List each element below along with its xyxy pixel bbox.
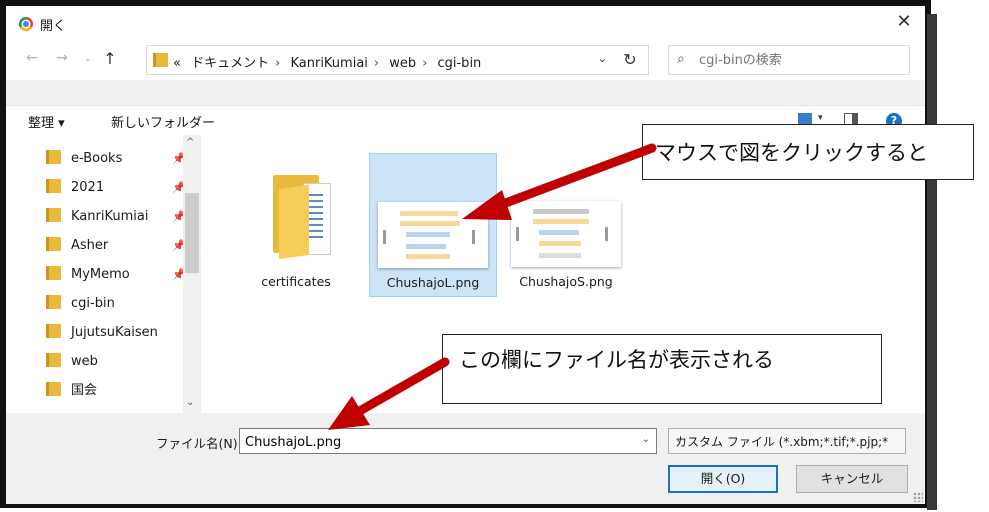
sidebar-item-kokkai[interactable]: 国会 (46, 379, 97, 403)
chevron-down-icon[interactable]: ⌄ (642, 434, 650, 445)
file-name: certificates (261, 274, 331, 289)
sidebar-item-label: cgi-bin (71, 296, 115, 311)
open-file-dialog: 開く ✕ ← → ⌄ ↑ « ドキュメント › KanriKumiai › web ›… (6, 6, 925, 504)
sidebar-item-asher[interactable]: Asher 📌 (46, 234, 186, 258)
annotation-callout-filename: この欄にファイル名が表示される (442, 334, 882, 404)
file-item-chushajol[interactable]: ChushajoL.png (369, 153, 497, 297)
image-thumbnail (378, 202, 488, 268)
search-box[interactable]: ⌕ (668, 45, 910, 75)
breadcrumb: « ドキュメント › KanriKumiai › web › cgi-bin (173, 52, 487, 71)
folder-icon (46, 324, 61, 338)
arrow-up-icon[interactable]: ↑ (102, 49, 118, 68)
folder-icon (46, 295, 61, 309)
dialog-footer: ファイル名(N): ⌄ カスタム ファイル (*.xbm;*.tif;*.pjp… (6, 413, 925, 504)
scrollbar[interactable]: ^ ⌄ (183, 135, 201, 413)
refresh-icon[interactable]: ↻ (612, 45, 649, 75)
chevron-up-icon[interactable]: ^ (186, 137, 194, 148)
window-title: 開く (40, 19, 67, 34)
folder-icon (273, 175, 333, 260)
search-input[interactable] (697, 50, 901, 70)
folder-icon (153, 53, 168, 67)
breadcrumb-documents[interactable]: ドキュメント (191, 56, 269, 71)
image-thumbnail (511, 201, 621, 267)
arrow-left-icon[interactable]: ← (24, 50, 40, 66)
chevron-down-icon[interactable]: ⌄ (598, 52, 607, 65)
folder-icon (46, 150, 61, 164)
folder-icon (46, 353, 61, 367)
dialog-shadow (927, 14, 937, 510)
file-item-certificates[interactable]: certificates (233, 153, 359, 295)
folder-icon (46, 266, 61, 280)
new-folder-button[interactable]: 新しいフォルダー (111, 112, 215, 131)
open-button[interactable]: 開く(O) (668, 465, 778, 493)
chevron-down-icon[interactable]: ⌄ (80, 53, 96, 64)
breadcrumb-cgi-bin[interactable]: cgi-bin (437, 56, 481, 71)
filename-field[interactable] (243, 432, 627, 452)
sidebar-item-label: KanriKumiai (71, 209, 149, 224)
folder-icon (46, 179, 61, 193)
filename-combobox[interactable]: ⌄ (239, 428, 657, 454)
sidebar-item-label: web (71, 354, 98, 369)
sidebar-item-cgi-bin[interactable]: cgi-bin (46, 292, 115, 316)
sidebar-item-kanrikumiai[interactable]: KanriKumiai 📌 (46, 205, 186, 229)
title-bar: 開く ✕ (6, 6, 925, 40)
file-name: ChushajoS.png (519, 274, 613, 289)
sidebar-item-2021[interactable]: 2021 📌 (46, 176, 186, 200)
resize-grip[interactable] (913, 492, 923, 502)
folder-icon (46, 382, 61, 396)
breadcrumb-overflow[interactable]: « (173, 56, 181, 71)
sidebar-item-label: 国会 (71, 383, 98, 398)
chevron-right-icon: › (422, 56, 428, 71)
sidebar-item-e-books[interactable]: e-Books 📌 (46, 147, 186, 171)
search-icon: ⌕ (677, 51, 685, 67)
sidebar-item-label: 2021 (71, 180, 105, 195)
chevron-right-icon: › (373, 56, 380, 71)
close-icon[interactable]: ✕ (893, 11, 915, 33)
folder-icon (46, 208, 61, 222)
filename-label: ファイル名(N): (156, 436, 242, 451)
file-name: ChushajoL.png (386, 275, 480, 290)
breadcrumb-kanrikumiai[interactable]: KanriKumiai (290, 56, 367, 71)
sidebar-item-label: e-Books (71, 151, 123, 166)
chrome-icon (19, 17, 33, 31)
sidebar-item-label: Asher (71, 238, 109, 253)
organize-button[interactable]: 整理 ▾ (28, 112, 65, 131)
navigation-bar: ← → ⌄ ↑ « ドキュメント › KanriKumiai › web › cgi-… (6, 40, 925, 80)
cancel-button[interactable]: キャンセル (796, 465, 908, 493)
chevron-down-icon: ⌄ (675, 434, 684, 445)
scrollbar-thumb[interactable] (185, 193, 199, 273)
file-item-chushajos[interactable]: ChushajoS.png (503, 153, 629, 295)
address-bar[interactable]: « ドキュメント › KanriKumiai › web › cgi-bin ⌄ (146, 45, 616, 75)
breadcrumb-web[interactable]: web (389, 56, 416, 71)
chevron-right-icon: › (275, 56, 281, 71)
filetype-select[interactable]: カスタム ファイル (*.xbm;*.tif;*.pjp;* ⌄ (668, 428, 906, 454)
annotation-callout-click: マウスで図をクリックすると (642, 124, 974, 180)
sidebar-item-mymemo[interactable]: MyMemo 📌 (46, 263, 186, 287)
sidebar-item-web[interactable]: web (46, 350, 98, 374)
sidebar-item-jujutsukaisen[interactable]: JujutsuKaisen (46, 321, 158, 345)
folder-icon (46, 237, 61, 251)
arrow-right-icon[interactable]: → (54, 50, 70, 66)
navigation-pane: e-Books 📌 2021 📌 KanriKumiai 📌 Asher 📌 MyMem… (6, 135, 201, 413)
sidebar-item-label: MyMemo (71, 267, 130, 282)
chevron-down-icon[interactable]: ⌄ (186, 397, 194, 408)
sidebar-item-label: JujutsuKaisen (71, 325, 158, 340)
